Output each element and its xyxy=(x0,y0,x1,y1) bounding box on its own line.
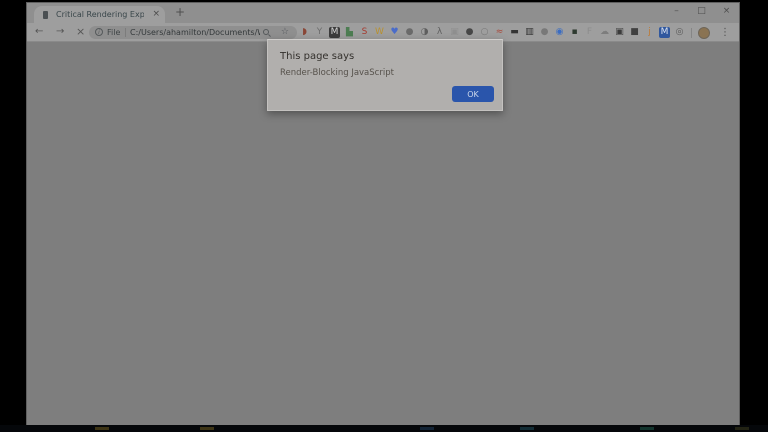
alert-dialog-title: This page says xyxy=(280,51,354,62)
browser-window: Critical Rendering Experiment × + – □ × … xyxy=(26,2,740,426)
extension-zigzag-icon[interactable]: ≈ xyxy=(494,27,505,38)
taskbar-accent xyxy=(420,427,434,430)
tab-strip: Critical Rendering Experiment × + – □ × xyxy=(27,3,739,23)
taskbar-accent xyxy=(520,427,534,430)
stop-loading-button[interactable]: × xyxy=(76,25,85,38)
extension-w-color-icon[interactable]: W xyxy=(374,27,385,38)
extension-fox-icon[interactable]: ◗ xyxy=(299,27,310,38)
extension-ring-icon[interactable]: ○ xyxy=(479,27,490,38)
forward-button[interactable]: → xyxy=(56,26,64,37)
extension-y-icon[interactable]: Y xyxy=(314,27,325,38)
tab-favicon-icon xyxy=(43,11,48,19)
extension-square-dark-icon[interactable]: ▣ xyxy=(614,27,625,38)
taskbar-accent xyxy=(95,427,109,430)
alert-dialog-message: Render-Blocking JavaScript xyxy=(280,68,394,78)
extension-cloud-icon[interactable]: ☁ xyxy=(599,27,610,38)
back-button[interactable]: ← xyxy=(35,26,43,37)
extension-photo-icon[interactable]: ▣ xyxy=(449,27,460,38)
extension-m-dark-icon[interactable]: M xyxy=(329,27,340,38)
address-bar[interactable]: i File C:/Users/ahamilton/Documents/Web.… xyxy=(89,26,297,39)
extension-circle-gray2-icon[interactable]: ● xyxy=(539,27,550,38)
taskbar-accent xyxy=(735,427,749,430)
url-text[interactable]: C:/Users/ahamilton/Documents/Web... xyxy=(130,28,260,37)
extension-dark-wide-icon[interactable]: ▬ xyxy=(509,27,520,38)
extension-camera-dark-icon[interactable]: ▪ xyxy=(569,27,580,38)
extension-chart-icon[interactable]: ▙ xyxy=(344,27,355,38)
extension-clock-icon[interactable]: ◑ xyxy=(419,27,430,38)
profile-avatar[interactable] xyxy=(698,27,710,39)
bookmark-star-icon[interactable]: ☆ xyxy=(281,27,289,37)
minimize-button[interactable]: – xyxy=(664,3,689,21)
extension-runner-icon[interactable]: λ xyxy=(434,27,445,38)
new-tab-button[interactable]: + xyxy=(175,5,185,19)
tab-critical-rendering[interactable]: Critical Rendering Experiment × xyxy=(34,6,165,23)
ok-button[interactable]: OK xyxy=(452,86,494,102)
url-scheme-label: File xyxy=(107,28,120,37)
omnibox-divider xyxy=(125,28,126,37)
zoom-magnifier-icon[interactable] xyxy=(263,29,269,35)
taskbar-accent xyxy=(200,427,214,430)
extension-f-faint-icon[interactable]: F xyxy=(584,27,595,38)
extension-square-dark2-icon[interactable]: ■ xyxy=(629,27,640,38)
close-window-button[interactable]: × xyxy=(714,3,739,21)
extension-circle-gray-icon[interactable]: ● xyxy=(404,27,415,38)
page-info-icon[interactable]: i xyxy=(95,28,103,36)
chrome-menu-icon[interactable]: ⋮ xyxy=(720,26,730,39)
extension-globe-dark-icon[interactable]: ● xyxy=(464,27,475,38)
alert-dialog: This page says Render-Blocking JavaScrip… xyxy=(267,39,503,111)
window-controls: – □ × xyxy=(664,3,739,23)
extension-heart-blue-icon[interactable]: ♥ xyxy=(389,27,400,38)
extension-s-red-icon[interactable]: S xyxy=(359,27,370,38)
tab-close-icon[interactable]: × xyxy=(152,9,160,19)
extension-camera-circle-icon[interactable]: ◎ xyxy=(674,27,685,38)
maximize-button[interactable]: □ xyxy=(689,3,714,21)
extensions-row: ◗YM▙SW♥●◑λ▣●○≈▬▥●◉▪F☁▣■jM◎⋮ xyxy=(299,25,730,40)
taskbar-strip xyxy=(0,425,768,432)
extension-bars-dark-icon[interactable]: ▥ xyxy=(524,27,535,38)
extension-m-blue-icon[interactable]: M xyxy=(659,27,670,38)
toolbar-divider xyxy=(691,28,692,38)
tab-title: Critical Rendering Experiment xyxy=(56,10,144,19)
taskbar-accent xyxy=(640,427,654,430)
extension-j-orange-icon[interactable]: j xyxy=(644,27,655,38)
extension-circle-blue-icon[interactable]: ◉ xyxy=(554,27,565,38)
